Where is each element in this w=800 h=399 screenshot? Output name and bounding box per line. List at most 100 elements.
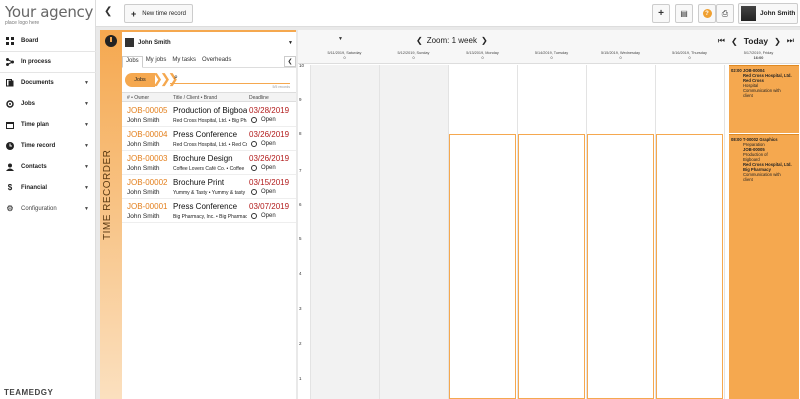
day-header[interactable]: 5/11/2019, Saturday 0 (310, 51, 379, 61)
chevron-left-icon[interactable]: ❮ (416, 36, 423, 45)
tab-my-tasks[interactable]: My tasks (169, 56, 199, 68)
sidebar-item-label: Contacts (21, 163, 47, 170)
table-row[interactable]: JOB-00005 Production of Bigboard 03/28/2… (122, 103, 296, 127)
hour-label: 4 (299, 271, 302, 276)
hour-label: 5 (299, 236, 302, 241)
day-header[interactable]: 5/14/2019, Tuesday 0 (517, 51, 586, 61)
add-button[interactable]: + (652, 4, 670, 23)
zoom-label: Zoom: 1 week (426, 36, 477, 45)
today-button[interactable]: Today (744, 36, 768, 46)
sidebar-item-label: Jobs (21, 100, 36, 107)
sidebar-item-contacts[interactable]: Contacts ▼ (0, 156, 96, 177)
sidebar-item-board[interactable]: Board (0, 30, 96, 51)
day-header[interactable]: 5/13/2019, Monday 0 (448, 51, 517, 61)
time-record-event[interactable]: 08:00 T-00002 Graphics Preparation JOB-0… (729, 134, 799, 399)
search-input[interactable]: ⌕ (170, 72, 290, 84)
job-number[interactable]: JOB-00004 (127, 130, 167, 139)
chevron-down-icon: ▼ (84, 142, 89, 149)
help-button[interactable]: ? (698, 4, 716, 23)
zoom-control[interactable]: ❮ Zoom: 1 week ❯ (416, 36, 488, 45)
job-number[interactable]: JOB-00005 (127, 106, 167, 115)
print-button[interactable]: ⎙ (716, 4, 734, 23)
notes-icon: ▤ (680, 9, 688, 18)
owner-select[interactable]: John Smith ▼ (122, 35, 296, 50)
work-hours-slot[interactable] (587, 134, 654, 399)
day-column[interactable] (379, 65, 448, 399)
job-number[interactable]: JOB-00003 (127, 154, 167, 163)
filter-pill[interactable]: Jobs (125, 73, 155, 87)
work-hours-slot[interactable] (518, 134, 585, 399)
chevron-left-icon[interactable]: ❮ (284, 56, 296, 67)
job-number[interactable]: JOB-00002 (127, 178, 167, 187)
tab-overheads[interactable]: Overheads (199, 56, 234, 68)
circle-icon (251, 141, 257, 147)
table-row[interactable]: JOB-00002 Brochure Print 03/15/2019 John… (122, 175, 296, 199)
agency-logo[interactable]: Your agency place logo here (5, 3, 93, 26)
first-page-icon[interactable]: ⏮ (718, 36, 725, 46)
date-nav: ⏮ ❮ Today ❯ ⏭ (718, 36, 794, 46)
calendar: ▼ ❮ Zoom: 1 week ❯ ⏮ ❮ Today ❯ ⏭ 5/11/20… (298, 30, 800, 399)
sidebar-item-financial[interactable]: $ Financial ▼ (0, 177, 96, 198)
work-hours-slot[interactable] (449, 134, 516, 399)
sidebar-item-label: Documents (21, 79, 54, 86)
sidebar-item-in-process[interactable]: In process (0, 51, 96, 72)
column-title[interactable]: Title / Client • Brand (173, 95, 217, 101)
last-page-icon[interactable]: ⏭ (787, 36, 794, 46)
collapse-sidebar-icon[interactable]: ❮ (104, 6, 112, 17)
job-status: Open (251, 213, 276, 219)
tab-jobs[interactable]: Jobs (122, 56, 143, 68)
sidebar-item-time-record[interactable]: Time record ▼ (0, 135, 96, 156)
table-row[interactable]: JOB-00004 Press Conference 03/26/2019 Jo… (122, 127, 296, 151)
chevron-down-icon: ▼ (84, 121, 89, 128)
sidebar-item-jobs[interactable]: Jobs ▼ (0, 93, 96, 114)
chevron-right-icon[interactable]: ❯ (774, 37, 781, 46)
records-count: 5/5 records (272, 85, 290, 89)
chevron-down-icon: ▼ (84, 163, 89, 170)
notes-button[interactable]: ▤ (675, 4, 693, 23)
new-time-record-button[interactable]: + New time record (124, 4, 193, 23)
chevron-down-icon[interactable]: ▼ (338, 36, 343, 42)
day-total: 0 (481, 56, 484, 60)
work-hours-slot[interactable] (656, 134, 723, 399)
table-row[interactable]: JOB-00003 Brochure Design 03/26/2019 Joh… (122, 151, 296, 175)
job-client: Coffee Lovers Café Co. • Coffee (173, 166, 245, 172)
day-header[interactable]: 5/17/2019, Friday 16:00 (724, 51, 793, 61)
user-menu[interactable]: John Smith (738, 3, 798, 24)
sidebar-item-time-plan[interactable]: Time plan ▼ (0, 114, 96, 135)
table-row[interactable]: JOB-00001 Press Conference 03/07/2019 Jo… (122, 199, 296, 223)
job-number[interactable]: JOB-00001 (127, 202, 167, 211)
column-deadline[interactable]: Deadline (249, 95, 269, 101)
circle-icon (251, 213, 257, 219)
sidebar-item-label: Financial (21, 184, 48, 191)
chevron-left-icon[interactable]: ❮ (731, 37, 738, 46)
time-record-event[interactable]: 02:00 JOB-00004 Red Cross Hospital, Ltd.… (729, 65, 799, 133)
gear-icon: ⚙ (6, 204, 14, 213)
owner-name: John Smith (138, 39, 171, 46)
sidebar-item-configuration[interactable]: ⚙ Configuration ▼ (0, 198, 96, 219)
day-column[interactable] (310, 65, 379, 399)
chevron-down-icon: ▼ (84, 184, 89, 191)
sidebar: Your agency place logo here Board In pro… (0, 0, 96, 399)
hour-label: 1 (299, 376, 302, 381)
table-header: # • Owner Title / Client • Brand Deadlin… (122, 92, 296, 102)
day-header[interactable]: 5/12/2019, Sunday 0 (379, 51, 448, 61)
chevron-down-icon: ▼ (84, 205, 89, 212)
time-recorder-strip[interactable]: TIME RECORDER (100, 30, 122, 399)
sidebar-item-label: Board (21, 37, 39, 44)
plus-icon: + (658, 8, 664, 19)
search-icon: ⌕ (174, 73, 178, 81)
job-deadline: 03/26/2019 (249, 154, 290, 163)
job-owner: John Smith (127, 117, 160, 124)
job-status-label: Open (261, 189, 276, 195)
circle-icon (251, 117, 257, 123)
print-icon: ⎙ (721, 8, 729, 18)
job-status: Open (251, 117, 276, 123)
chevron-right-icon[interactable]: ❯ (481, 36, 488, 45)
day-header[interactable]: 5/16/2019, Thursday 0 (655, 51, 724, 61)
sidebar-item-documents[interactable]: Documents ▼ (0, 72, 96, 93)
tab-my-jobs[interactable]: My jobs (143, 56, 170, 68)
column-num[interactable]: # • Owner (127, 95, 149, 101)
panel-tabs: Jobs My jobs My tasks Overheads ❮ (122, 56, 296, 68)
day-header[interactable]: 5/15/2019, Wednesday 0 (586, 51, 655, 61)
sidebar-item-label: Time record (21, 142, 56, 149)
